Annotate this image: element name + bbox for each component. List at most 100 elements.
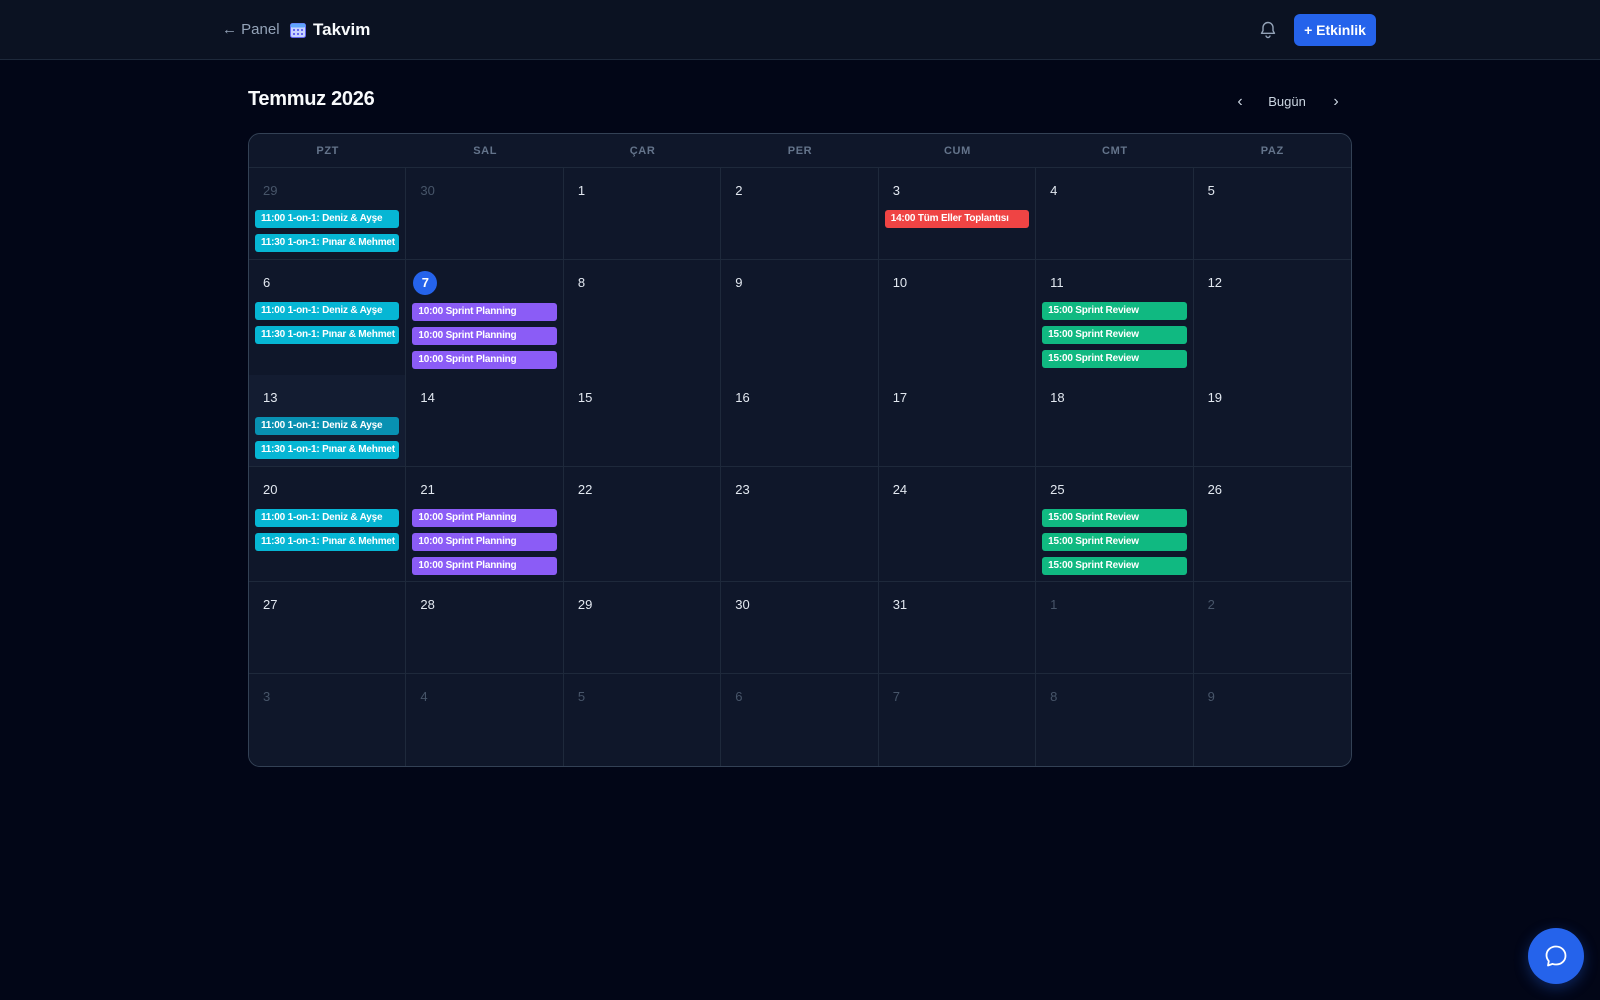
day-number: 25 bbox=[1050, 482, 1065, 497]
day-cell[interactable]: 1 bbox=[563, 168, 722, 259]
month-calendar: PZT SAL ÇAR PER CUM CMT PAZ 29 11:00 1-on… bbox=[248, 133, 1352, 767]
day-number: 29 bbox=[577, 597, 593, 612]
weekday-label: PAZ bbox=[1260, 144, 1284, 157]
event-chip[interactable]: 11:30 1-on-1: Pınar & Mehmet bbox=[255, 234, 400, 252]
week-row: 13 11:00 1-on-1: Deniz & Ayşe 11:30 1-on-1… bbox=[249, 375, 1351, 467]
day-cell[interactable]: 30 bbox=[406, 168, 564, 259]
event-chip[interactable]: 15:00 Sprint Review bbox=[1042, 557, 1187, 575]
day-number: 21 bbox=[420, 482, 435, 497]
day-cell[interactable]: 22 bbox=[563, 467, 722, 581]
day-cell[interactable]: 15 bbox=[563, 375, 722, 466]
day-cell[interactable]: 18 bbox=[1036, 375, 1194, 466]
event-chip[interactable]: 15:00 Sprint Review bbox=[1042, 533, 1187, 551]
day-cell[interactable]: 19 bbox=[1193, 375, 1351, 466]
day-cell[interactable]: 4 bbox=[1036, 168, 1194, 259]
day-cell[interactable]: 8 bbox=[1036, 674, 1194, 766]
day-cell[interactable]: 7 bbox=[878, 674, 1037, 766]
day-number: 20 bbox=[263, 482, 278, 497]
weekday-label: SAL bbox=[473, 144, 498, 157]
day-cell[interactable]: 14 bbox=[406, 375, 564, 466]
previous-month-button[interactable]: ‹ bbox=[1230, 90, 1250, 114]
event-chip[interactable]: 15:00 Sprint Review bbox=[1042, 350, 1187, 368]
day-cell[interactable]: 28 bbox=[406, 582, 564, 673]
back-to-panel-link[interactable]: ← Panel bbox=[222, 19, 280, 41]
day-cell[interactable]: 31 bbox=[878, 582, 1037, 673]
day-cell[interactable]: 30 bbox=[721, 582, 879, 673]
day-number: 19 bbox=[1207, 390, 1223, 405]
day-cell[interactable]: 4 bbox=[406, 674, 564, 766]
weekday-label: PZT bbox=[316, 144, 339, 157]
calendar-weeks: 29 11:00 1-on-1: Deniz & Ayşe 11:30 1-on-1… bbox=[249, 168, 1351, 766]
day-cell[interactable]: 3 14:00 Tüm Eller Toplantısı bbox=[878, 168, 1037, 259]
day-cell[interactable]: 11 15:00 Sprint Review 15:00 Sprint Review… bbox=[1036, 260, 1194, 375]
next-month-button[interactable]: › bbox=[1326, 90, 1346, 114]
event-chip[interactable]: 10:00 Sprint Planning bbox=[412, 533, 557, 551]
day-cell[interactable]: 9 bbox=[1193, 674, 1351, 766]
day-number: 26 bbox=[1207, 482, 1223, 497]
day-number: 23 bbox=[735, 482, 750, 497]
day-cell[interactable]: 5 bbox=[1193, 168, 1351, 259]
day-cell[interactable]: 29 bbox=[563, 582, 722, 673]
event-chip[interactable]: 11:00 1-on-1: Deniz & Ayşe bbox=[255, 210, 400, 228]
day-cell[interactable]: 29 11:00 1-on-1: Deniz & Ayşe 11:30 1-on-1… bbox=[249, 168, 407, 259]
day-number: 10 bbox=[892, 275, 908, 290]
event-chip[interactable]: 11:00 1-on-1: Deniz & Ayşe bbox=[255, 417, 400, 435]
day-number: 16 bbox=[735, 390, 750, 405]
day-number: 17 bbox=[892, 390, 908, 405]
day-cell[interactable]: 9 bbox=[721, 260, 879, 375]
day-cell[interactable]: 12 bbox=[1193, 260, 1351, 375]
weekday-label: CUM bbox=[943, 144, 971, 157]
event-chip[interactable]: 10:00 Sprint Planning bbox=[412, 303, 557, 321]
event-chip[interactable]: 10:00 Sprint Planning bbox=[412, 327, 557, 345]
day-cell[interactable]: 13 11:00 1-on-1: Deniz & Ayşe 11:30 1-on-1… bbox=[249, 375, 407, 466]
event-chip[interactable]: 11:30 1-on-1: Pınar & Mehmet bbox=[255, 441, 400, 459]
day-number: 1 bbox=[577, 183, 586, 198]
day-cell[interactable]: 23 bbox=[721, 467, 879, 581]
event-chip[interactable]: 11:30 1-on-1: Pınar & Mehmet bbox=[255, 533, 400, 551]
day-events: 10:00 Sprint Planning 10:00 Sprint Planni… bbox=[412, 509, 557, 575]
event-chip[interactable]: 10:00 Sprint Planning bbox=[412, 509, 557, 527]
day-cell[interactable]: 8 bbox=[563, 260, 722, 375]
day-cell[interactable]: 17 bbox=[878, 375, 1037, 466]
event-chip[interactable]: 11:00 1-on-1: Deniz & Ayşe bbox=[255, 509, 400, 527]
event-chip[interactable]: 15:00 Sprint Review bbox=[1042, 509, 1187, 527]
day-cell-today[interactable]: 7 10:00 Sprint Planning 10:00 Sprint Plann… bbox=[406, 260, 564, 375]
day-number: 14 bbox=[420, 390, 435, 405]
week-row: 20 11:00 1-on-1: Deniz & Ayşe 11:30 1-on-1… bbox=[249, 467, 1351, 582]
day-cell[interactable]: 25 15:00 Sprint Review 15:00 Sprint Review… bbox=[1036, 467, 1194, 581]
event-chip[interactable]: 15:00 Sprint Review bbox=[1042, 326, 1187, 344]
day-cell[interactable]: 20 11:00 1-on-1: Deniz & Ayşe 11:30 1-on-1… bbox=[249, 467, 407, 581]
day-events: 15:00 Sprint Review 15:00 Sprint Review 15… bbox=[1042, 302, 1187, 368]
day-cell[interactable]: 21 10:00 Sprint Planning 10:00 Sprint Plan… bbox=[406, 467, 564, 581]
day-cell[interactable]: 16 bbox=[721, 375, 879, 466]
event-chip[interactable]: 11:00 1-on-1: Deniz & Ayşe bbox=[255, 302, 400, 320]
chat-button[interactable] bbox=[1528, 928, 1584, 984]
day-cell[interactable]: 1 bbox=[1036, 582, 1194, 673]
day-number: 12 bbox=[1207, 275, 1223, 290]
event-chip[interactable]: 11:30 1-on-1: Pınar & Mehmet bbox=[255, 326, 400, 344]
bell-icon[interactable] bbox=[1258, 20, 1278, 40]
weekday-header-row: PZT SAL ÇAR PER CUM CMT PAZ bbox=[249, 134, 1351, 168]
day-cell[interactable]: 10 bbox=[878, 260, 1037, 375]
day-cell[interactable]: 6 11:00 1-on-1: Deniz & Ayşe 11:30 1-on-1:… bbox=[249, 260, 407, 375]
day-number: 6 bbox=[735, 689, 743, 704]
day-cell[interactable]: 6 bbox=[721, 674, 879, 766]
event-chip[interactable]: 15:00 Sprint Review bbox=[1042, 302, 1187, 320]
event-chip[interactable]: 14:00 Tüm Eller Toplantısı bbox=[884, 210, 1030, 228]
top-bar: ← Panel Takvim + Etkinlik bbox=[0, 0, 1600, 60]
day-cell[interactable]: 5 bbox=[563, 674, 722, 766]
day-cell[interactable]: 27 bbox=[249, 582, 407, 673]
event-chip[interactable]: 10:00 Sprint Planning bbox=[412, 557, 557, 575]
day-cell[interactable]: 3 bbox=[249, 674, 407, 766]
new-event-button[interactable]: + Etkinlik bbox=[1294, 14, 1376, 46]
day-cell[interactable]: 24 bbox=[878, 467, 1037, 581]
day-number: 8 bbox=[577, 275, 586, 290]
day-number: 22 bbox=[577, 482, 593, 497]
day-number: 3 bbox=[263, 689, 271, 704]
day-cell[interactable]: 26 bbox=[1193, 467, 1351, 581]
event-chip[interactable]: 10:00 Sprint Planning bbox=[412, 351, 557, 369]
today-button[interactable]: Bugün bbox=[1264, 90, 1310, 112]
day-cell[interactable]: 2 bbox=[1193, 582, 1351, 673]
day-cell[interactable]: 2 bbox=[721, 168, 879, 259]
weekday-label: PER bbox=[787, 144, 813, 157]
